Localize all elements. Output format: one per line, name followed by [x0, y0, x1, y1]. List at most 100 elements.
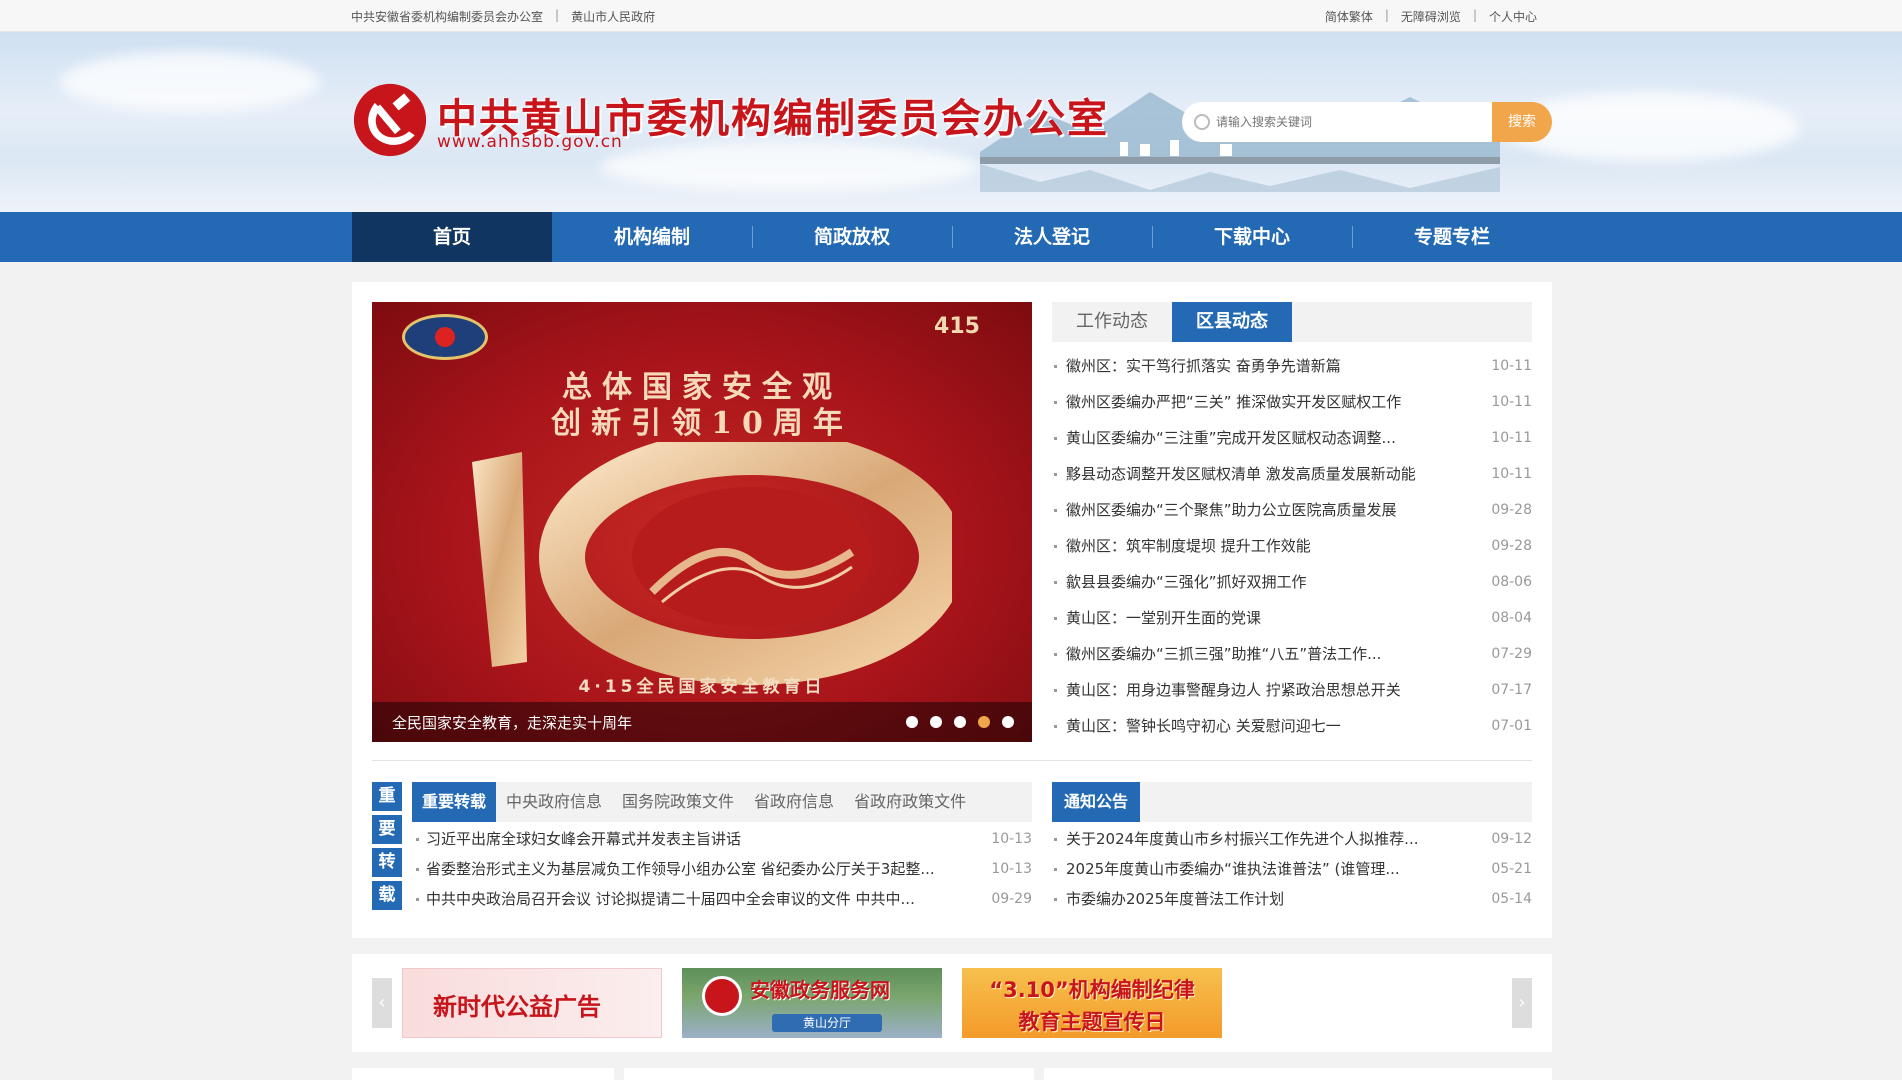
tab-notices[interactable]: 通知公告	[1052, 782, 1140, 822]
news-title[interactable]: 黄山区委编办“三注重”完成开发区赋权动态调整...	[1066, 420, 1456, 456]
separator: |	[555, 8, 560, 22]
news-date: 07-01	[1491, 718, 1532, 734]
news-date: 05-21	[1491, 861, 1532, 877]
tab-provincial-policy[interactable]: 省政府政策文件	[844, 782, 976, 822]
next-arrow-icon[interactable]: ›	[1512, 978, 1532, 1028]
list-item[interactable]: 省委整治形式主义为基层减负工作领导小组办公室 省纪委办公厅关于3起整... 10-…	[412, 854, 1032, 884]
news-title[interactable]: 省委整治形式主义为基层减负工作领导小组办公室 省纪委办公厅关于3起整...	[426, 854, 966, 884]
vertical-label-char: 转	[372, 848, 402, 877]
carousel-dot[interactable]	[954, 716, 966, 728]
ad-anhui-gov-services[interactable]: 安徽政务服务网 黄山分厅	[682, 968, 942, 1038]
news-date: 09-29	[991, 891, 1032, 907]
link-personal-center[interactable]: 个人中心	[1489, 8, 1537, 25]
image-carousel[interactable]: 415 总体国家安全观 创新引领10周年 4·15全民国家安全教育日 全民国家安…	[372, 302, 1032, 742]
list-item[interactable]: 中共中央政治局召开会议 讨论拟提请二十届四中全会审议的文件 中共中... 09-2…	[412, 884, 1032, 914]
top-utility-bar: 中共安徽省委机构编制委员会办公室 | 黄山市人民政府 简体繁体 | 无障碍浏览 …	[0, 0, 1902, 32]
news-date: 10-13	[991, 861, 1032, 877]
ad-gov-services-title: 安徽政务服务网	[750, 978, 890, 1002]
search-button[interactable]: 搜索	[1492, 102, 1552, 142]
nav-item-organization[interactable]: 机构编制	[552, 212, 752, 262]
list-item[interactable]: 黄山区委编办“三注重”完成开发区赋权动态调整... 10-11	[1052, 420, 1532, 456]
list-item[interactable]: 习近平出席全球妇女峰会开幕式并发表主旨讲话 10-13	[412, 824, 1032, 854]
link-simplified-traditional[interactable]: 简体繁体	[1325, 8, 1373, 25]
cloud-decoration	[60, 52, 320, 112]
bottom-cards	[352, 1068, 1552, 1080]
news-title[interactable]: 中共中央政治局召开会议 讨论拟提请二十届四中全会审议的文件 中共中...	[426, 884, 966, 914]
list-item[interactable]: 黄山区：用身边事警醒身边人 拧紧政治思想总开关 07-17	[1052, 672, 1532, 708]
news-title[interactable]: 黄山区：用身边事警醒身边人 拧紧政治思想总开关	[1066, 672, 1456, 708]
ad-public-welfare-text: 新时代公益广告	[433, 992, 601, 1021]
bottom-card	[624, 1068, 1034, 1080]
carousel-logo: 415	[934, 314, 980, 339]
carousel-dot[interactable]	[930, 716, 942, 728]
carousel-dot-active[interactable]	[978, 716, 990, 728]
list-item[interactable]: 黄山区：一堂别开生面的党课 08-04	[1052, 600, 1532, 636]
party-emblem-icon	[353, 83, 427, 157]
list-item[interactable]: 歙县县委编办“三强化”抓好双拥工作 08-06	[1052, 564, 1532, 600]
list-item[interactable]: 徽州区委编办严把“三关” 推深做实开发区赋权工作 10-11	[1052, 384, 1532, 420]
link-city-government[interactable]: 黄山市人民政府	[571, 8, 655, 25]
news-title[interactable]: 徽州区：筑牢制度堤坝 提升工作效能	[1066, 528, 1456, 564]
important-vertical-label: 重 要 转 载	[372, 782, 402, 914]
site-url: www.ahhsbb.gov.cn	[437, 132, 623, 152]
list-item[interactable]: 徽州区委编办“三个聚焦”助力公立医院高质量发展 09-28	[1052, 492, 1532, 528]
list-item[interactable]: 黄山区：警钟长鸣守初心 关爱慰问迎七一 07-01	[1052, 708, 1532, 744]
carousel-caption-bar: 全民国家安全教育，走深走实十周年	[372, 702, 1032, 742]
list-item[interactable]: 关于2024年度黄山市乡村振兴工作先进个人拟推荐... 09-12	[1052, 824, 1532, 854]
news-title[interactable]: 徽州区委编办严把“三关” 推深做实开发区赋权工作	[1066, 384, 1456, 420]
list-item[interactable]: 徽州区：实干笃行抓落实 奋勇争先谱新篇 10-11	[1052, 348, 1532, 384]
carousel-dot[interactable]	[1002, 716, 1014, 728]
tab-provincial-government[interactable]: 省政府信息	[744, 782, 844, 822]
news-title[interactable]: 徽州区委编办“三抓三强”助推“八五”普法工作...	[1066, 636, 1456, 672]
tab-central-government[interactable]: 中央政府信息	[496, 782, 612, 822]
ad-discipline-day[interactable]: “3.10”机构编制纪律 教育主题宣传日	[962, 968, 1222, 1038]
nav-item-home[interactable]: 首页	[352, 212, 552, 262]
carousel-dot[interactable]	[906, 716, 918, 728]
top-left-links: 中共安徽省委机构编制委员会办公室 | 黄山市人民政府	[351, 8, 655, 25]
news-title[interactable]: 黄山区：一堂别开生面的党课	[1066, 600, 1456, 636]
nav-item-streamline[interactable]: 简政放权	[752, 212, 952, 262]
main-panel: 415 总体国家安全观 创新引领10周年 4·15全民国家安全教育日 全民国家安…	[352, 282, 1552, 938]
link-province-office[interactable]: 中共安徽省委机构编制委员会办公室	[351, 8, 543, 25]
news-title[interactable]: 2025年度黄山市委编办“谁执法谁普法” (谁管理...	[1066, 854, 1456, 884]
search-input[interactable]	[1216, 112, 1476, 132]
link-accessibility[interactable]: 无障碍浏览	[1401, 8, 1461, 25]
news-date: 09-12	[1491, 831, 1532, 847]
divider	[372, 760, 1532, 761]
ad-discipline-line1: “3.10”机构编制纪律	[989, 978, 1195, 1002]
search-box	[1182, 102, 1492, 142]
bottom-card	[1044, 1068, 1552, 1080]
news-title[interactable]: 习近平出席全球妇女峰会开幕式并发表主旨讲话	[426, 824, 966, 854]
news-date: 10-11	[1491, 466, 1532, 482]
tab-important-reposts[interactable]: 重要转载	[412, 782, 497, 822]
carousel-caption[interactable]: 全民国家安全教育，走深走实十周年	[392, 712, 632, 733]
news-title[interactable]: 徽州区委编办“三个聚焦”助力公立医院高质量发展	[1066, 492, 1456, 528]
tab-state-council-policy[interactable]: 国务院政策文件	[612, 782, 744, 822]
list-item[interactable]: 徽州区委编办“三抓三强”助推“八五”普法工作... 07-29	[1052, 636, 1532, 672]
news-title[interactable]: 歙县县委编办“三强化”抓好双拥工作	[1066, 564, 1456, 600]
list-item[interactable]: 黟县动态调整开发区赋权清单 激发高质量发展新动能 10-11	[1052, 456, 1532, 492]
news-title[interactable]: 黟县动态调整开发区赋权清单 激发高质量发展新动能	[1066, 456, 1456, 492]
news-title[interactable]: 关于2024年度黄山市乡村振兴工作先进个人拟推荐...	[1066, 824, 1456, 854]
news-title[interactable]: 徽州区：实干笃行抓落实 奋勇争先谱新篇	[1066, 348, 1456, 384]
list-item[interactable]: 徽州区：筑牢制度堤坝 提升工作效能 09-28	[1052, 528, 1532, 564]
separator: |	[1384, 8, 1389, 22]
news-date: 08-04	[1491, 610, 1532, 626]
list-item[interactable]: 2025年度黄山市委编办“谁执法谁普法” (谁管理... 05-21	[1052, 854, 1532, 884]
news-title[interactable]: 市委编办2025年度普法工作计划	[1066, 884, 1456, 914]
separator: |	[1472, 8, 1477, 22]
cloud-decoration	[600, 142, 980, 192]
search-icon	[1194, 114, 1210, 130]
prev-arrow-icon[interactable]: ‹	[372, 978, 392, 1028]
tab-district-news[interactable]: 区县动态	[1172, 302, 1292, 342]
nav-item-legal-registration[interactable]: 法人登记	[952, 212, 1152, 262]
list-item[interactable]: 市委编办2025年度普法工作计划 05-14	[1052, 884, 1532, 914]
news-date: 10-11	[1491, 394, 1532, 410]
nav-item-special-topics[interactable]: 专题专栏	[1352, 212, 1552, 262]
tab-work-news[interactable]: 工作动态	[1052, 302, 1172, 342]
news-date: 10-11	[1491, 358, 1532, 374]
nav-item-downloads[interactable]: 下载中心	[1152, 212, 1352, 262]
news-title[interactable]: 黄山区：警钟长鸣守初心 关爱慰问迎七一	[1066, 708, 1456, 744]
carousel-headline: 创新引领10周年	[551, 406, 853, 441]
ad-public-welfare[interactable]: 新时代公益广告	[402, 968, 662, 1038]
